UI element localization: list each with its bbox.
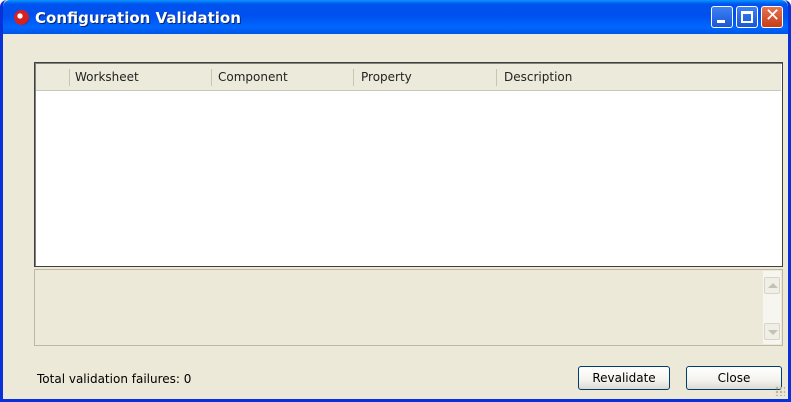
- validation-results-list[interactable]: Worksheet Component Property Description: [34, 62, 783, 267]
- vertical-scrollbar[interactable]: [763, 271, 781, 344]
- close-button[interactable]: Close: [686, 366, 782, 390]
- list-header: Worksheet Component Property Description: [36, 64, 781, 91]
- maximize-button[interactable]: [736, 6, 758, 28]
- column-header-component[interactable]: Component: [218, 64, 288, 91]
- column-separator[interactable]: [211, 69, 212, 86]
- revalidate-button[interactable]: Revalidate: [578, 366, 670, 390]
- close-icon: ✕: [765, 5, 781, 26]
- column-separator[interactable]: [353, 69, 354, 86]
- column-separator[interactable]: [496, 69, 497, 86]
- title-bar[interactable]: Configuration Validation ✕: [3, 0, 788, 34]
- close-window-button[interactable]: ✕: [761, 6, 783, 28]
- details-text-area[interactable]: [34, 269, 783, 346]
- minimize-button[interactable]: [711, 6, 733, 28]
- chevron-up-icon: [768, 283, 778, 288]
- column-header-worksheet[interactable]: Worksheet: [75, 64, 139, 91]
- column-separator[interactable]: [69, 69, 70, 86]
- minimize-icon: [717, 20, 725, 23]
- app-logo-icon: [14, 10, 29, 25]
- window-title: Configuration Validation: [35, 9, 241, 27]
- column-header-description[interactable]: Description: [504, 64, 572, 91]
- maximize-icon: [741, 11, 753, 23]
- scroll-down-button[interactable]: [764, 323, 780, 340]
- chevron-down-icon: [768, 330, 778, 335]
- column-header-property[interactable]: Property: [361, 64, 412, 91]
- resize-grip-icon[interactable]: [775, 386, 785, 396]
- validation-failures-count: Total validation failures: 0: [37, 372, 192, 386]
- configuration-validation-window: Configuration Validation ✕ Worksheet Com…: [0, 0, 791, 402]
- scroll-up-button[interactable]: [764, 277, 780, 294]
